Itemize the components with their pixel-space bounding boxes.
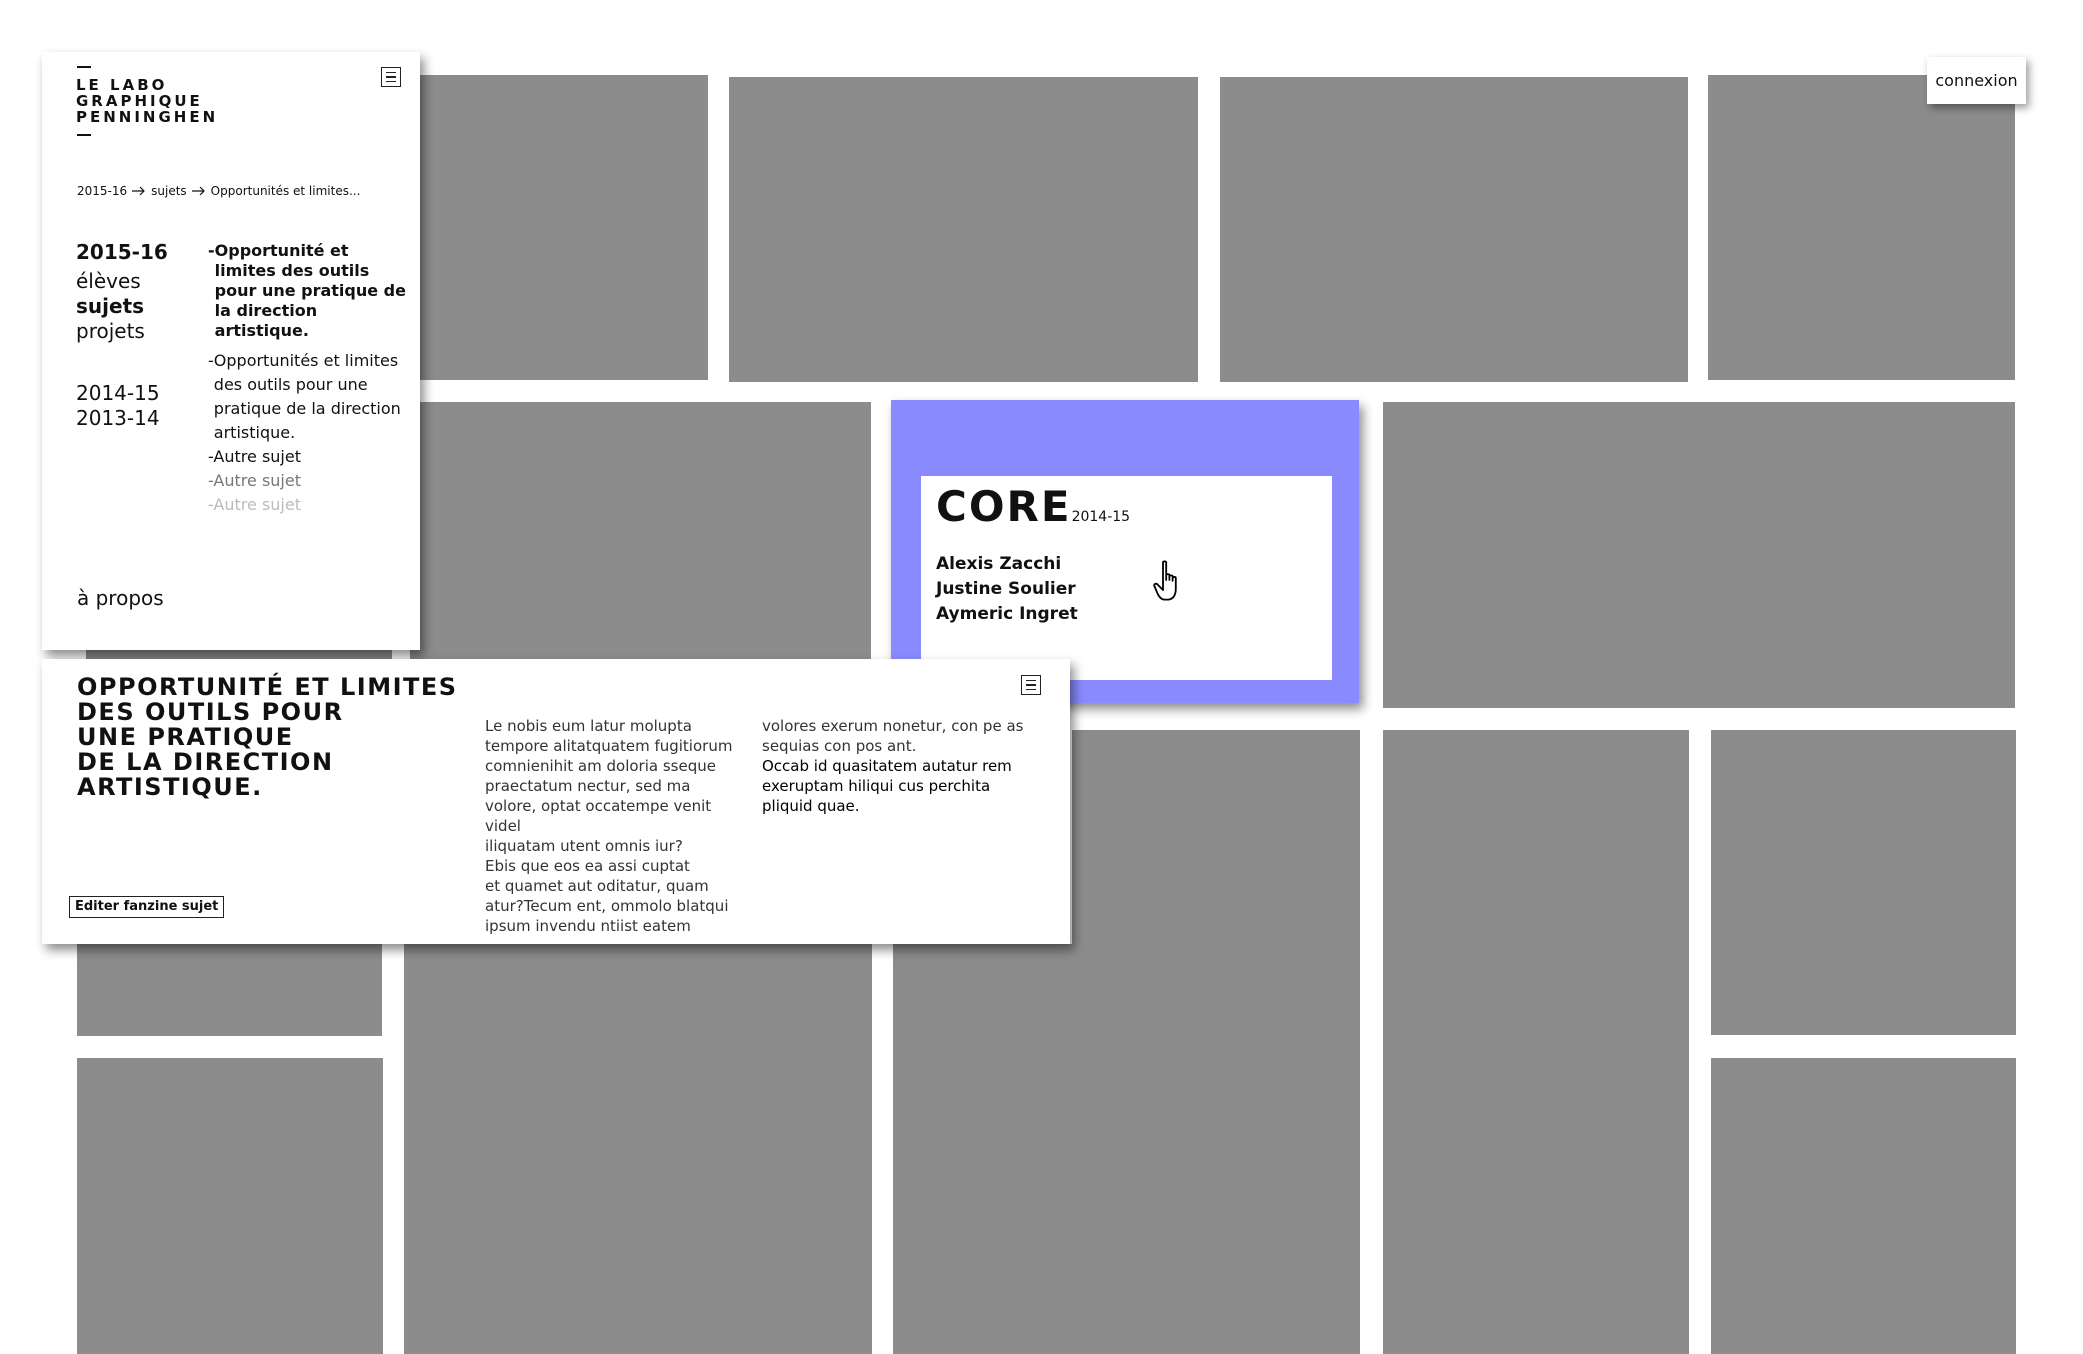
subject-item[interactable]: - Opportunité et limites des outils pour … bbox=[208, 241, 408, 341]
hand-cursor-icon bbox=[1153, 560, 1177, 601]
text-line: iliquatam utent omnis iur? bbox=[485, 837, 683, 855]
text-line: volores exerum nonetur, con pe as bbox=[762, 717, 1024, 735]
nav-item-projets[interactable]: projets bbox=[76, 319, 168, 344]
subject-item[interactable]: -Autre sujet bbox=[208, 469, 408, 493]
text-line: et quamet aut oditatur, quam bbox=[485, 877, 709, 895]
nav-year-2013-14[interactable]: 2013-14 bbox=[76, 406, 168, 431]
text-line: comnienihit am doloria sseque bbox=[485, 757, 716, 775]
text-line: Le nobis eum latur molupta bbox=[485, 717, 692, 735]
subject-label: Autre sujet bbox=[213, 495, 301, 514]
project-year: 2014-15 bbox=[1071, 509, 1131, 525]
text-line: atur?Tecum ent, ommolo blatqui bbox=[485, 897, 729, 915]
text-line: exeruptam hiliqui cus perchita bbox=[762, 777, 991, 795]
year-nav: 2015-16 élèves sujets projets 2014-15 20… bbox=[76, 240, 168, 431]
logo-line: PENNINGHEN bbox=[76, 108, 219, 126]
project-thumbnail[interactable] bbox=[1383, 402, 2015, 708]
text-line: Ebis que eos ea assi cuptat bbox=[485, 857, 690, 875]
project-thumbnail[interactable] bbox=[1708, 75, 2015, 380]
text-line: pliquid quae. bbox=[762, 797, 860, 815]
breadcrumb: 2015-16 sujets Opportunités et limites..… bbox=[77, 184, 360, 198]
subject-text-column-1: Le nobis eum latur molupta tempore alita… bbox=[485, 716, 745, 936]
project-thumbnail[interactable] bbox=[1220, 77, 1688, 382]
project-thumbnail[interactable] bbox=[410, 75, 708, 380]
logo-line: LE LABO bbox=[76, 76, 168, 94]
subject-title: OPPORTUNITÉ ET LIMITES DES OUTILS POUR U… bbox=[77, 675, 458, 800]
nav-item-sujets[interactable]: sujets bbox=[76, 294, 168, 319]
project-card-info[interactable]: CORE2014-15 Alexis Zacchi Justine Soulie… bbox=[921, 476, 1332, 680]
project-card-core[interactable]: CORE2014-15 Alexis Zacchi Justine Soulie… bbox=[891, 400, 1359, 703]
project-title: CORE2014-15 bbox=[936, 482, 1130, 531]
subject-title-line: UNE PRATIQUE bbox=[77, 723, 294, 751]
menu-icon[interactable] bbox=[381, 67, 401, 87]
project-thumbnail[interactable] bbox=[410, 402, 871, 660]
project-thumbnail[interactable] bbox=[1711, 730, 2016, 1035]
nav-item-eleves[interactable]: élèves bbox=[76, 269, 168, 294]
breadcrumb-item[interactable]: 2015-16 bbox=[77, 184, 127, 198]
about-link[interactable]: à propos bbox=[77, 586, 164, 610]
subject-label: Autre sujet bbox=[213, 447, 301, 466]
login-button[interactable]: connexion bbox=[1927, 57, 2026, 104]
subject-label: Autre sujet bbox=[213, 471, 301, 490]
student-name[interactable]: Justine Soulier bbox=[936, 577, 1078, 602]
subject-list: - Opportunité et limites des outils pour … bbox=[208, 241, 408, 517]
project-thumbnail[interactable] bbox=[77, 944, 382, 1036]
logo-line: GRAPHIQUE bbox=[76, 92, 203, 110]
text-line: volore, optat occatempe venit videl bbox=[485, 797, 712, 835]
text-line: Occab id quasitatem autatur rem bbox=[762, 757, 1012, 775]
subject-label: Opportunité et limites des outils pour u… bbox=[214, 241, 406, 340]
subject-item[interactable]: - Opportunités et limites des outils pour… bbox=[208, 349, 408, 445]
project-thumbnail[interactable] bbox=[1383, 1035, 1689, 1354]
project-thumbnail[interactable] bbox=[893, 944, 1360, 1354]
logo-dash-top bbox=[77, 66, 91, 68]
subject-text-column-2: volores exerum nonetur, con pe as sequia… bbox=[762, 716, 1032, 816]
arrow-right-icon bbox=[132, 186, 145, 196]
arrow-right-icon bbox=[191, 186, 205, 196]
breadcrumb-item[interactable]: sujets bbox=[151, 184, 187, 198]
text-line: tempore alitatquatem fugitiorum bbox=[485, 737, 733, 755]
text-line: sequias con pos ant. bbox=[762, 737, 917, 755]
subject-item[interactable]: -Autre sujet bbox=[208, 493, 408, 517]
subject-title-line: DE LA DIRECTION bbox=[77, 748, 334, 776]
subject-title-line: OPPORTUNITÉ ET LIMITES bbox=[77, 673, 458, 701]
subject-title-line: ARTISTIQUE. bbox=[77, 773, 263, 801]
menu-icon[interactable] bbox=[1021, 675, 1041, 695]
project-thumbnail[interactable] bbox=[1383, 730, 1689, 1035]
subject-label: Opportunités et limites des outils pour … bbox=[213, 351, 401, 442]
student-name[interactable]: Aymeric Ingret bbox=[936, 602, 1078, 627]
logo-dash-bottom bbox=[77, 134, 91, 136]
project-students: Alexis Zacchi Justine Soulier Aymeric In… bbox=[936, 552, 1078, 627]
edit-fanzine-button[interactable]: Editer fanzine sujet bbox=[69, 896, 225, 918]
nav-current-year[interactable]: 2015-16 bbox=[76, 240, 168, 265]
subject-item[interactable]: -Autre sujet bbox=[208, 445, 408, 469]
project-thumbnail[interactable] bbox=[404, 944, 872, 1354]
text-line: ipsum invendu ntiist eatem bbox=[485, 917, 691, 935]
nav-year-2014-15[interactable]: 2014-15 bbox=[76, 381, 168, 406]
subject-detail-panel: OPPORTUNITÉ ET LIMITES DES OUTILS POUR U… bbox=[42, 659, 1070, 944]
project-thumbnail[interactable] bbox=[729, 77, 1198, 382]
project-name: CORE bbox=[936, 482, 1072, 531]
project-thumbnail[interactable] bbox=[77, 1058, 383, 1354]
text-line: praectatum nectur, sed ma bbox=[485, 777, 691, 795]
project-thumbnail[interactable] bbox=[1711, 1058, 2016, 1354]
project-thumbnail[interactable] bbox=[1072, 730, 1360, 950]
subject-title-line: DES OUTILS POUR bbox=[77, 698, 344, 726]
student-name[interactable]: Alexis Zacchi bbox=[936, 552, 1078, 577]
breadcrumb-item[interactable]: Opportunités et limites... bbox=[211, 184, 361, 198]
site-logo[interactable]: LE LABO GRAPHIQUE PENNINGHEN bbox=[76, 77, 218, 125]
